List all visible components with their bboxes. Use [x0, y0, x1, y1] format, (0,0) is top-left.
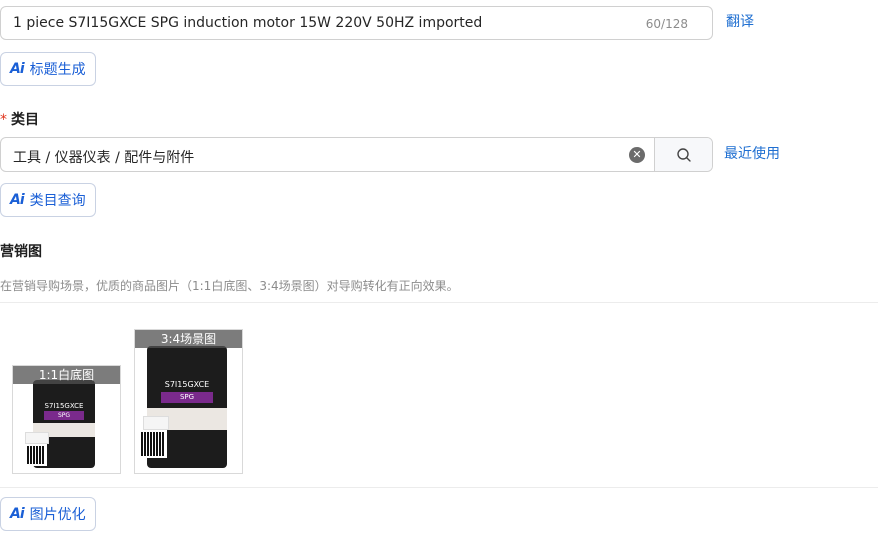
category-query-label: 类目查询	[29, 193, 86, 209]
qr-code	[139, 430, 167, 458]
product-title-value: 1 piece S7I15GXCE SPG induction motor 15…	[13, 15, 483, 31]
category-selector[interactable]: 工具 / 仪器仪表 / 配件与附件 ✕	[0, 137, 713, 172]
generate-title-label: 标题生成	[29, 62, 86, 78]
image-tag: 1:1白底图	[13, 366, 120, 384]
clear-icon[interactable]: ✕	[629, 147, 645, 163]
recently-used-link[interactable]: 最近使用	[724, 143, 780, 163]
category-search-button[interactable]	[654, 138, 712, 171]
divider	[0, 302, 878, 303]
portrait-scene-image[interactable]: 3:4场景图 S7I15GXCE SPG	[134, 329, 243, 474]
generate-title-button[interactable]: Ai 标题生成	[0, 52, 96, 86]
product-title-input[interactable]: 1 piece S7I15GXCE SPG induction motor 15…	[0, 6, 713, 40]
ai-icon: Ai	[10, 192, 25, 208]
translate-link[interactable]: 翻译	[726, 11, 754, 31]
ai-icon: Ai	[10, 506, 25, 522]
divider	[0, 487, 878, 488]
search-icon	[676, 147, 691, 162]
motor-brand-text: SPG	[161, 392, 213, 403]
required-mark: *	[0, 112, 7, 128]
motor-model-text: S7I15GXCE	[44, 402, 84, 410]
ai-icon: Ai	[10, 61, 25, 77]
motor-brand-text: SPG	[44, 411, 84, 420]
category-path: 工具 / 仪器仪表 / 配件与附件	[13, 150, 195, 166]
image-tag: 3:4场景图	[135, 330, 242, 348]
title-char-counter: 60/128	[645, 17, 688, 31]
category-label: 类目	[11, 112, 39, 128]
image-optimize-button[interactable]: Ai 图片优化	[0, 497, 96, 531]
category-query-button[interactable]: Ai 类目查询	[0, 183, 96, 217]
image-optimize-label: 图片优化	[29, 507, 86, 523]
marketing-image-hint: 在营销导购场景，优质的商品图片（1:1白底图、3:4场景图）对导购转化有正向效果…	[0, 279, 459, 293]
square-white-bg-image[interactable]: 1:1白底图 S7I15GXCE SPG	[12, 365, 121, 474]
marketing-image-label: 营销图	[0, 244, 42, 260]
qr-code	[25, 444, 47, 466]
category-label-row: * 类目	[0, 109, 39, 129]
motor-model-text: S7I15GXCE	[164, 380, 210, 389]
